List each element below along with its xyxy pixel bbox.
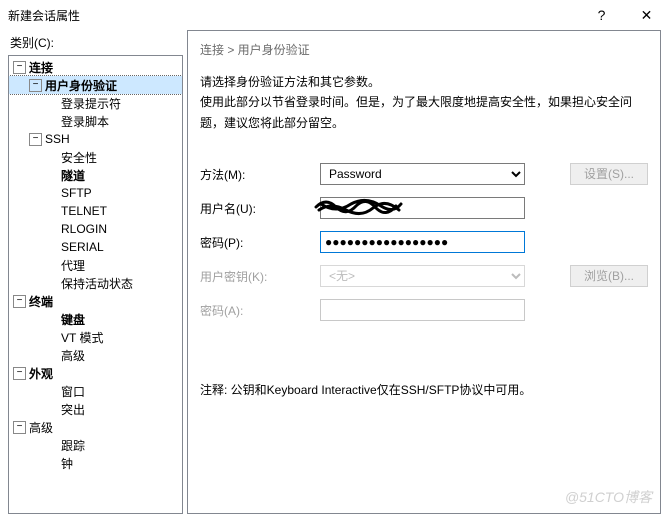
tree-label: 高级 bbox=[61, 347, 85, 364]
tree-spacer bbox=[45, 223, 58, 236]
tree-label: 登录脚本 bbox=[61, 113, 109, 130]
collapse-icon[interactable]: − bbox=[29, 133, 42, 146]
tree-node[interactable]: 隧道 bbox=[9, 166, 182, 184]
settings-button: 设置(S)... bbox=[570, 163, 648, 185]
tree-node[interactable]: 突出 bbox=[9, 400, 182, 418]
tree-node[interactable]: SERIAL bbox=[9, 238, 182, 256]
tree-label: RLOGIN bbox=[61, 222, 107, 236]
tree-spacer bbox=[45, 169, 58, 182]
description-line2: 使用此部分以节省登录时间。但是，为了最大限度地提高安全性，如果担心安全问题，建议… bbox=[200, 92, 648, 133]
tree-label: 连接 bbox=[29, 59, 53, 76]
method-select[interactable]: Password bbox=[320, 163, 525, 185]
tree-node[interactable]: −SSH bbox=[9, 130, 182, 148]
tree-label: SERIAL bbox=[61, 240, 104, 254]
tree-spacer bbox=[45, 151, 58, 164]
collapse-icon[interactable]: − bbox=[13, 367, 26, 380]
watermark: @51CTO博客 bbox=[565, 487, 652, 507]
window-title: 新建会话属性 bbox=[8, 7, 579, 24]
category-label: 类别(C): bbox=[8, 30, 183, 55]
tree-node[interactable]: −外观 bbox=[9, 364, 182, 382]
tree-node[interactable]: 跟踪 bbox=[9, 436, 182, 454]
tree-label: VT 模式 bbox=[61, 329, 103, 346]
tree-spacer bbox=[45, 457, 58, 470]
tree-label: 隧道 bbox=[61, 167, 85, 184]
tree-label: SSH bbox=[45, 132, 70, 146]
tree-spacer bbox=[45, 331, 58, 344]
password-input[interactable] bbox=[320, 231, 525, 253]
tree-label: 窗口 bbox=[61, 383, 85, 400]
tree-node[interactable]: −用户身份验证 bbox=[9, 76, 182, 94]
tree-node[interactable]: 窗口 bbox=[9, 382, 182, 400]
breadcrumb: 连接 > 用户身份验证 bbox=[200, 41, 648, 58]
tree-spacer bbox=[45, 115, 58, 128]
tree-label: 外观 bbox=[29, 365, 53, 382]
tree-node[interactable]: 登录提示符 bbox=[9, 94, 182, 112]
tree-node[interactable]: 钟 bbox=[9, 454, 182, 472]
tree-node[interactable]: 保持活动状态 bbox=[9, 274, 182, 292]
method-label: 方法(M): bbox=[200, 166, 320, 183]
description-line1: 请选择身份验证方法和其它参数。 bbox=[200, 72, 648, 92]
tree-node[interactable]: RLOGIN bbox=[9, 220, 182, 238]
close-button[interactable]: ✕ bbox=[624, 0, 669, 30]
tree-label: 终端 bbox=[29, 293, 53, 310]
username-input[interactable] bbox=[320, 197, 525, 219]
collapse-icon[interactable]: − bbox=[13, 295, 26, 308]
help-button[interactable]: ? bbox=[579, 0, 624, 30]
tree-spacer bbox=[45, 187, 58, 200]
password-label: 密码(P): bbox=[200, 234, 320, 251]
tree-node[interactable]: 登录脚本 bbox=[9, 112, 182, 130]
password2-label: 密码(A): bbox=[200, 302, 320, 319]
tree-label: 突出 bbox=[61, 401, 85, 418]
tree-node[interactable]: 高级 bbox=[9, 346, 182, 364]
tree-spacer bbox=[45, 97, 58, 110]
tree-label: 用户身份验证 bbox=[45, 77, 117, 94]
collapse-icon[interactable]: − bbox=[29, 79, 42, 92]
tree-node[interactable]: 安全性 bbox=[9, 148, 182, 166]
tree-label: 键盘 bbox=[61, 311, 85, 328]
tree-node[interactable]: 键盘 bbox=[9, 310, 182, 328]
tree-node[interactable]: −终端 bbox=[9, 292, 182, 310]
tree-node[interactable]: 代理 bbox=[9, 256, 182, 274]
tree-node[interactable]: SFTP bbox=[9, 184, 182, 202]
tree-label: 高级 bbox=[29, 419, 53, 436]
collapse-icon[interactable]: − bbox=[13, 61, 26, 74]
tree-node[interactable]: VT 模式 bbox=[9, 328, 182, 346]
tree-spacer bbox=[45, 349, 58, 362]
tree-spacer bbox=[45, 277, 58, 290]
tree-label: SFTP bbox=[61, 186, 92, 200]
tree-label: 跟踪 bbox=[61, 437, 85, 454]
tree-spacer bbox=[45, 403, 58, 416]
tree-node[interactable]: −高级 bbox=[9, 418, 182, 436]
username-label: 用户名(U): bbox=[200, 200, 320, 217]
tree-spacer bbox=[45, 241, 58, 254]
tree-spacer bbox=[45, 205, 58, 218]
tree-label: TELNET bbox=[61, 204, 107, 218]
tree-spacer bbox=[45, 313, 58, 326]
userkey-select: <无> bbox=[320, 265, 525, 287]
tree-node[interactable]: −连接 bbox=[9, 58, 182, 76]
tree-label: 钟 bbox=[61, 455, 73, 472]
tree-spacer bbox=[45, 259, 58, 272]
tree-label: 代理 bbox=[61, 257, 85, 274]
password2-input bbox=[320, 299, 525, 321]
tree-label: 保持活动状态 bbox=[61, 275, 133, 292]
collapse-icon[interactable]: − bbox=[13, 421, 26, 434]
browse-button: 浏览(B)... bbox=[570, 265, 648, 287]
tree-node[interactable]: TELNET bbox=[9, 202, 182, 220]
tree-spacer bbox=[45, 439, 58, 452]
tree-label: 安全性 bbox=[61, 149, 97, 166]
note: 注释: 公钥和Keyboard Interactive仅在SSH/SFTP协议中… bbox=[200, 381, 648, 398]
description: 请选择身份验证方法和其它参数。 使用此部分以节省登录时间。但是，为了最大限度地提… bbox=[200, 72, 648, 133]
tree-spacer bbox=[45, 385, 58, 398]
main-panel: 连接 > 用户身份验证 请选择身份验证方法和其它参数。 使用此部分以节省登录时间… bbox=[187, 30, 661, 514]
title-bar: 新建会话属性 ? ✕ bbox=[0, 0, 669, 30]
userkey-label: 用户密钥(K): bbox=[200, 268, 320, 285]
tree-label: 登录提示符 bbox=[61, 95, 121, 112]
category-tree[interactable]: −连接−用户身份验证登录提示符登录脚本−SSH安全性隧道SFTPTELNETRL… bbox=[8, 55, 183, 514]
